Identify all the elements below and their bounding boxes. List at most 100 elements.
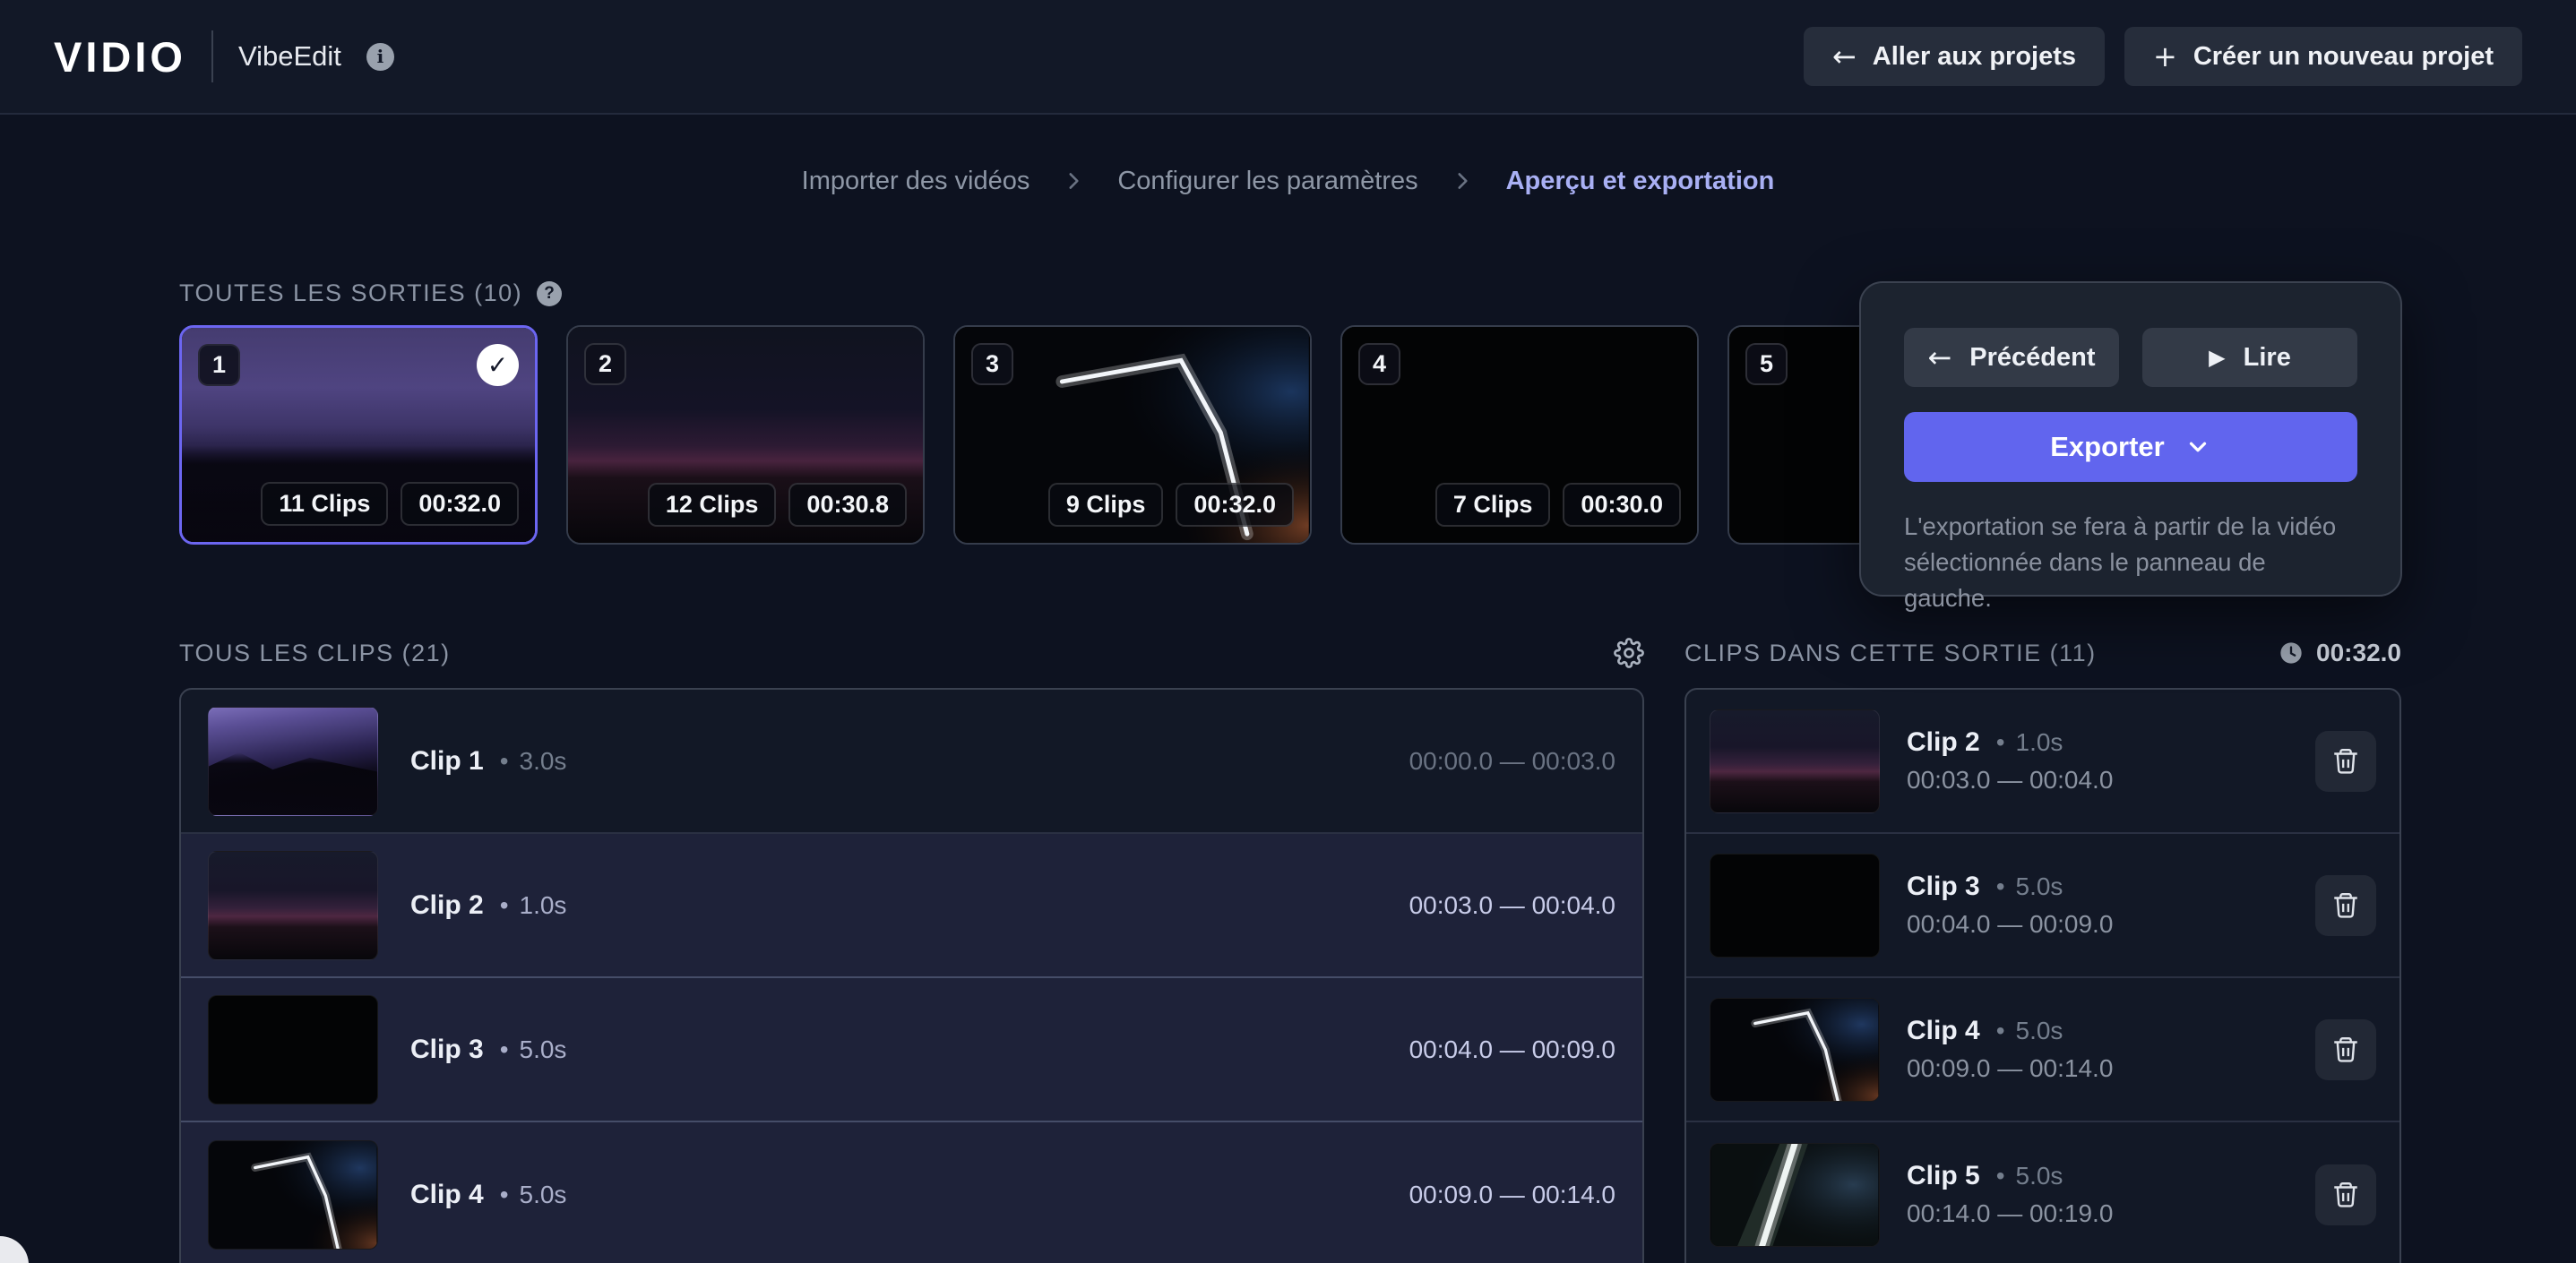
bullet-icon: • [1996, 872, 2005, 901]
clip-row-1[interactable]: Clip 1 • 3.0s 00:00.0 — 00:03.0 [181, 690, 1642, 834]
total-duration-value: 00:32.0 [2316, 639, 2401, 667]
info-icon[interactable]: i [366, 43, 394, 71]
clip-duration: 1.0s [520, 891, 567, 920]
output-card-1[interactable]: 1 ✓ 11 Clips 00:32.0 [179, 325, 538, 545]
play-button[interactable]: ▶ Lire [2142, 328, 2357, 387]
clip-thumbnail [208, 995, 378, 1104]
clip-thumbnail [1710, 709, 1880, 813]
clip-info: Clip 5 • 5.0s 00:14.0 — 00:19.0 [1907, 1161, 2113, 1228]
export-panel-buttons: ← Précédent ▶ Lire [1904, 328, 2357, 387]
bullet-icon: • [500, 1035, 509, 1064]
output-clips-section: CLIPS DANS CETTE SORTIE (11) 00:32.0 Cli… [1684, 636, 2401, 1263]
help-icon[interactable]: ? [537, 281, 562, 306]
clip-duration: 5.0s [2016, 872, 2063, 901]
output-clips-title: CLIPS DANS CETTE SORTIE (11) [1684, 640, 2097, 667]
clip-duration: 5.0s [2016, 1162, 2063, 1190]
clip-time-range: 00:14.0 — 00:19.0 [1907, 1199, 2113, 1228]
output-card-4[interactable]: 4 7 Clips 00:30.0 [1340, 325, 1699, 545]
export-note: L'exportation se fera à partir de la vid… [1904, 509, 2357, 616]
clip-info: Clip 2 • 1.0s 00:03.0 — 00:04.0 [1907, 727, 2113, 795]
output-clip-row-1[interactable]: Clip 2 • 1.0s 00:03.0 — 00:04.0 [1686, 690, 2399, 834]
light-streak-graphic [1710, 1144, 1879, 1246]
logo-divider [211, 30, 213, 82]
all-clips-section: TOUS LES CLIPS (21) Clip 1 • 3.0s 00:00.… [179, 636, 1644, 1263]
card-number-badge: 3 [971, 343, 1013, 385]
topbar: VIDIO VibeEdit i ← Aller aux projets + C… [0, 0, 2576, 115]
app-name: VibeEdit [238, 40, 341, 73]
clip-time-range: 00:00.0 — 00:03.0 [1409, 747, 1615, 776]
card-badges: 9 Clips 00:32.0 [1048, 483, 1294, 527]
trash-icon [2330, 890, 2361, 921]
clip-duration: 5.0s [2016, 1017, 2063, 1045]
clips-count-badge: 7 Clips [1435, 483, 1551, 527]
clips-count-badge: 11 Clips [261, 482, 388, 526]
clip-row-2[interactable]: Clip 2 • 1.0s 00:03.0 — 00:04.0 [181, 834, 1642, 978]
clip-thumbnail [208, 851, 378, 960]
chevron-down-icon [2184, 434, 2211, 460]
output-clips-header: CLIPS DANS CETTE SORTIE (11) 00:32.0 [1684, 636, 2401, 670]
clip-row-3[interactable]: Clip 3 • 5.0s 00:04.0 — 00:09.0 [181, 978, 1642, 1122]
clips-count-badge: 9 Clips [1048, 483, 1164, 527]
card-number-badge: 4 [1358, 343, 1400, 385]
clip-name: Clip 5 [1907, 1161, 1980, 1191]
breadcrumb-step-import[interactable]: Importer des vidéos [802, 167, 1030, 196]
arrow-left-icon: ← [1927, 343, 1951, 372]
clip-info: Clip 3 • 5.0s 00:04.0 — 00:09.0 [1907, 872, 2113, 939]
light-streak-graphic [209, 1141, 377, 1249]
export-panel: ← Précédent ▶ Lire Exporter L'exportatio… [1859, 281, 2402, 597]
clip-thumbnail [1710, 1143, 1880, 1247]
check-icon: ✓ [477, 344, 519, 386]
delete-clip-button[interactable] [2315, 1164, 2376, 1225]
export-button[interactable]: Exporter [1904, 412, 2357, 482]
trash-icon [2330, 1035, 2361, 1065]
breadcrumb: Importer des vidéos Configurer les param… [0, 154, 2576, 208]
main-content: Importer des vidéos Configurer les param… [0, 115, 2576, 1263]
previous-button[interactable]: ← Précédent [1904, 328, 2119, 387]
output-card-3[interactable]: 3 9 Clips 00:32.0 [953, 325, 1312, 545]
go-to-projects-label: Aller aux projets [1873, 42, 2076, 72]
all-clips-header: TOUS LES CLIPS (21) [179, 636, 1644, 670]
all-clips-title: TOUS LES CLIPS (21) [179, 640, 451, 667]
breadcrumb-step-export[interactable]: Aperçu et exportation [1506, 167, 1775, 196]
create-project-label: Créer un nouveau projet [2193, 42, 2494, 72]
clock-icon [2279, 640, 2304, 666]
clip-info: Clip 4 • 5.0s 00:09.0 — 00:14.0 [1907, 1016, 2113, 1083]
delete-clip-button[interactable] [2315, 875, 2376, 936]
card-badges: 12 Clips 00:30.8 [648, 483, 907, 527]
clip-thumbnail [208, 1140, 378, 1250]
clip-thumbnail [208, 707, 378, 816]
card-number-badge: 5 [1745, 343, 1788, 385]
clip-time-range: 00:04.0 — 00:09.0 [1907, 910, 2113, 939]
gear-icon[interactable] [1614, 638, 1644, 668]
output-clip-row-2[interactable]: Clip 3 • 5.0s 00:04.0 — 00:09.0 [1686, 834, 2399, 978]
plus-icon: + [2153, 42, 2177, 71]
delete-clip-button[interactable] [2315, 731, 2376, 792]
output-card-2[interactable]: 2 12 Clips 00:30.8 [566, 325, 925, 545]
clip-time-range: 00:04.0 — 00:09.0 [1409, 1035, 1615, 1064]
topbar-brand: VIDIO VibeEdit i [54, 30, 394, 82]
export-note-line2: sélectionnée dans le panneau de gauche. [1904, 548, 2266, 612]
output-clip-row-3[interactable]: Clip 4 • 5.0s 00:09.0 — 00:14.0 [1686, 978, 2399, 1122]
clip-lists: TOUS LES CLIPS (21) Clip 1 • 3.0s 00:00.… [179, 636, 2401, 1263]
clip-thumbnail [1710, 854, 1880, 958]
bullet-icon: • [1996, 1162, 2005, 1190]
delete-clip-button[interactable] [2315, 1019, 2376, 1080]
clip-name: Clip 2 [1907, 727, 1980, 758]
duration-badge: 00:32.0 [401, 482, 519, 526]
bullet-icon: • [1996, 728, 2005, 757]
bullet-icon: • [500, 1181, 509, 1209]
trash-icon [2330, 746, 2361, 777]
clip-row-4[interactable]: Clip 4 • 5.0s 00:09.0 — 00:14.0 [181, 1122, 1642, 1263]
output-total-duration: 00:32.0 [2279, 639, 2401, 667]
card-badges: 11 Clips 00:32.0 [261, 482, 519, 526]
output-clip-row-4[interactable]: Clip 5 • 5.0s 00:14.0 — 00:19.0 [1686, 1122, 2399, 1263]
create-project-button[interactable]: + Créer un nouveau projet [2124, 27, 2522, 86]
breadcrumb-step-configure[interactable]: Configurer les paramètres [1117, 167, 1417, 196]
bullet-icon: • [500, 891, 509, 920]
export-note-line1: L'exportation se fera à partir de la vid… [1904, 512, 2336, 540]
duration-badge: 00:30.0 [1563, 483, 1681, 527]
go-to-projects-button[interactable]: ← Aller aux projets [1804, 27, 2105, 86]
clip-time-range: 00:09.0 — 00:14.0 [1907, 1054, 2113, 1083]
duration-badge: 00:30.8 [788, 483, 907, 527]
clip-duration: 5.0s [520, 1181, 567, 1209]
